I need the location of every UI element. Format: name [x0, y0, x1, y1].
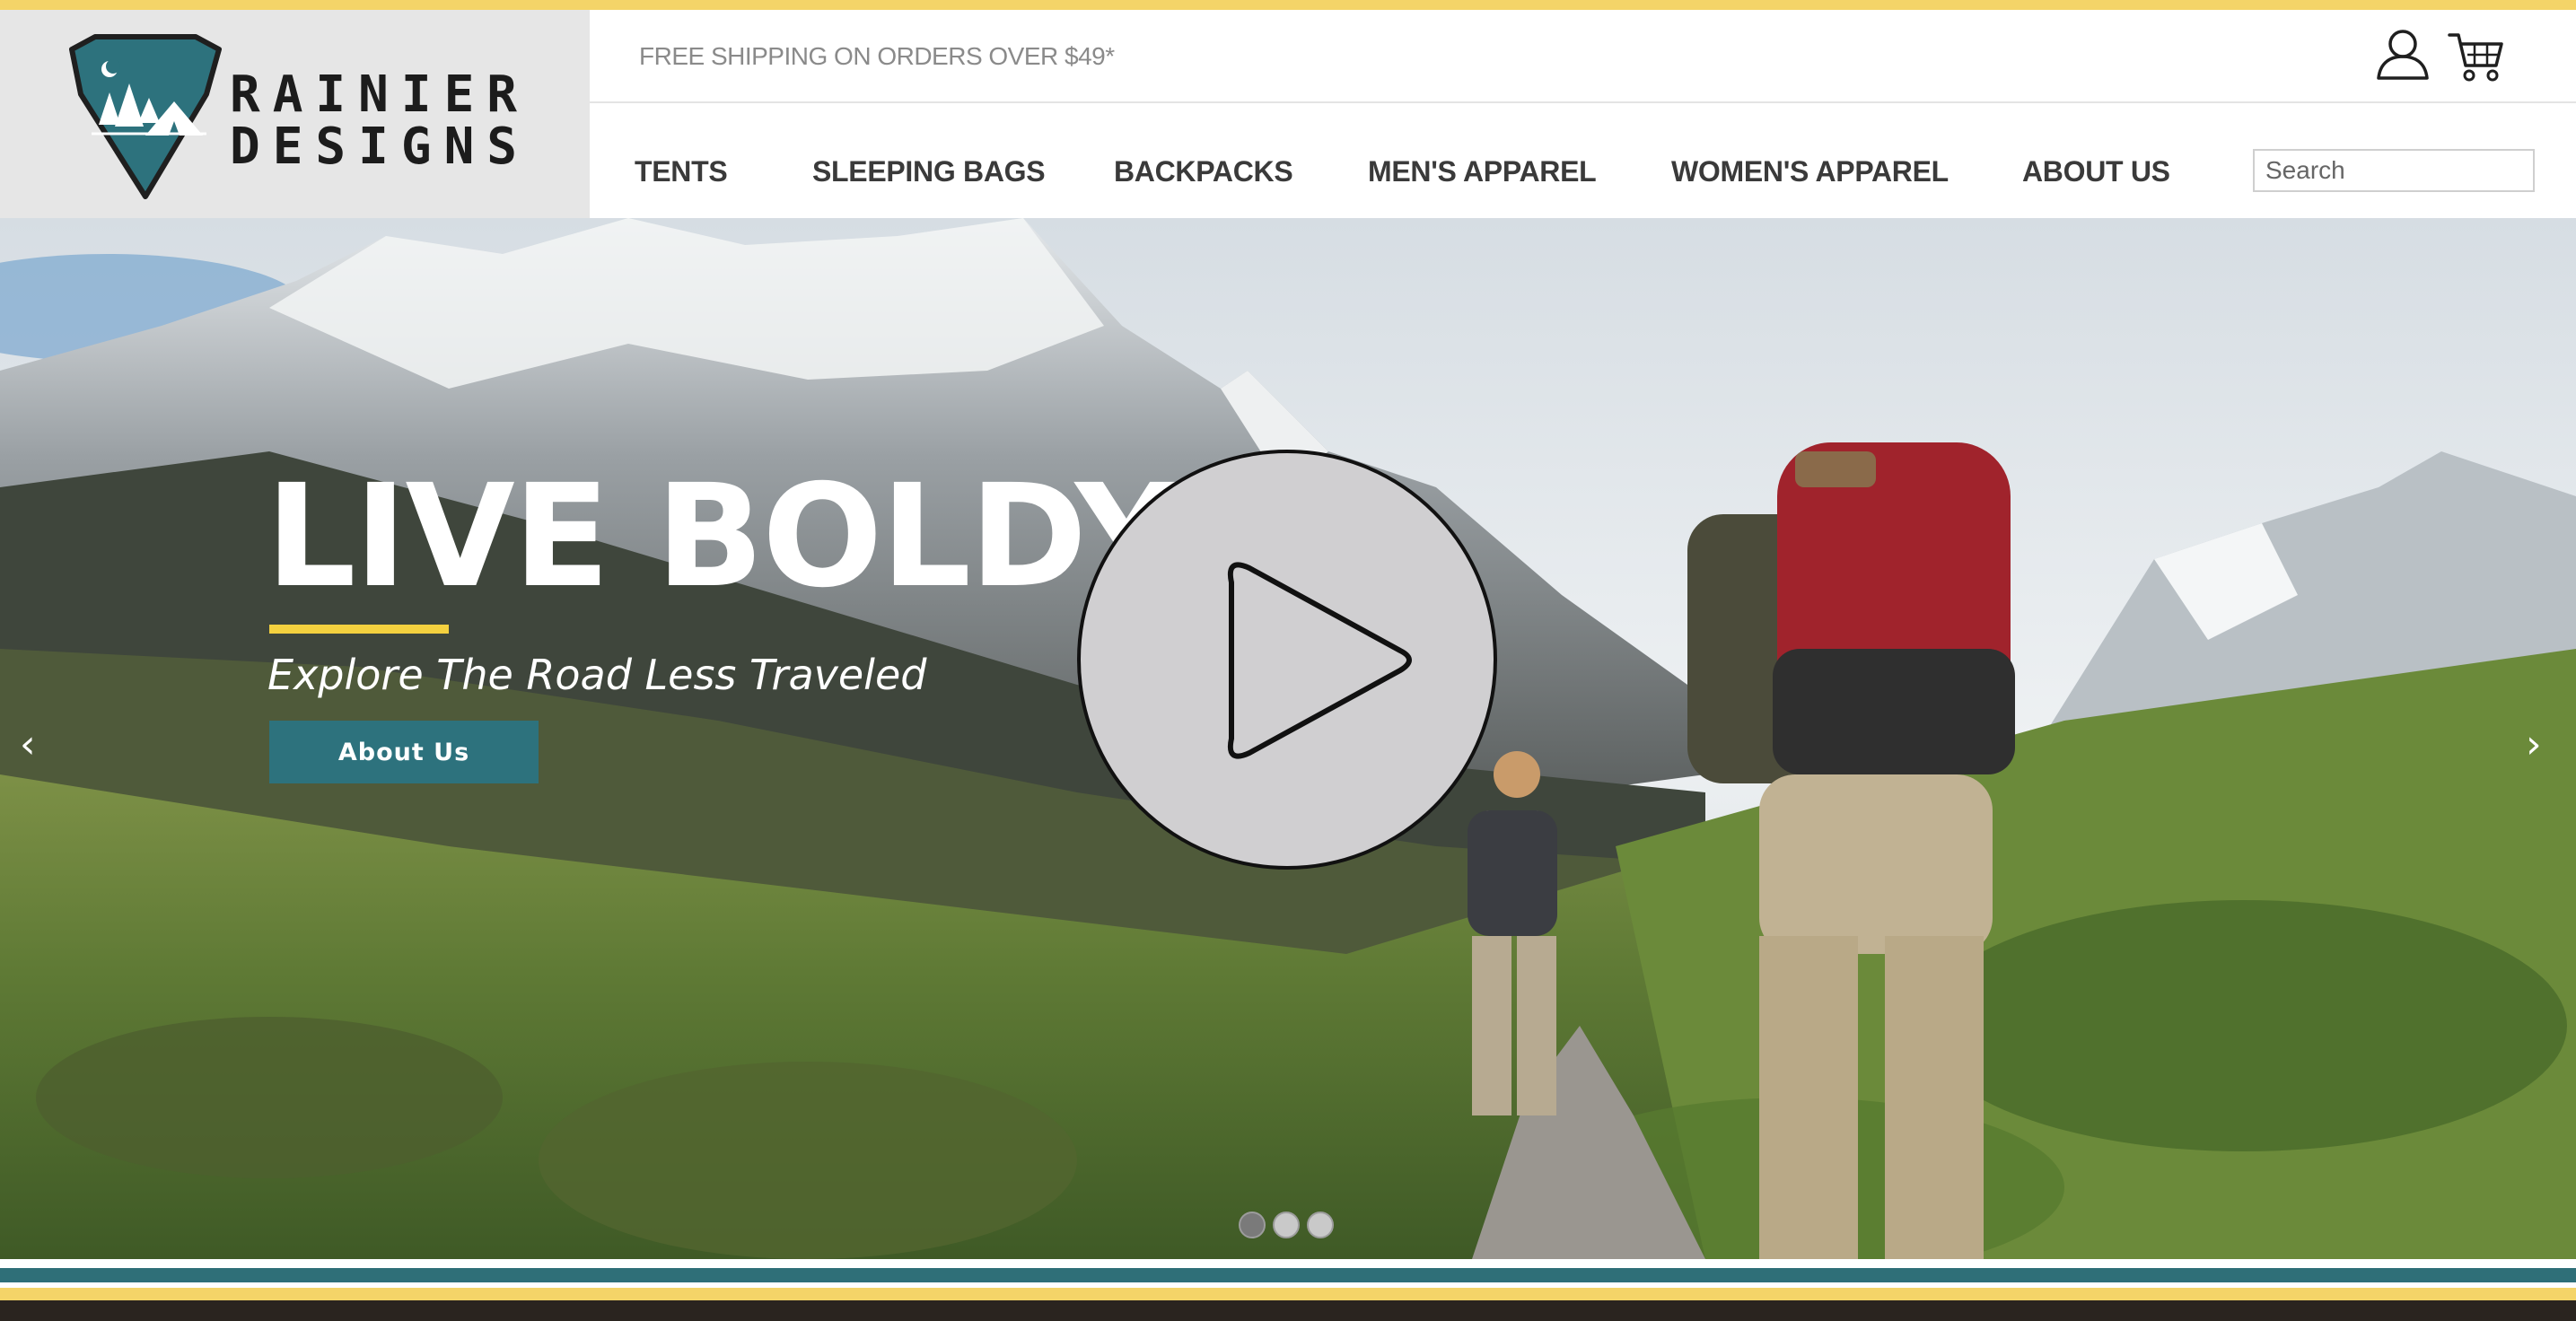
about-us-button[interactable]: About Us: [269, 721, 539, 783]
carousel-next-arrow[interactable]: ›: [2526, 725, 2542, 765]
carousel-dot[interactable]: [1273, 1212, 1300, 1238]
carousel-prev-arrow[interactable]: ‹: [20, 725, 36, 765]
main-nav: TENTS SLEEPING BAGS BACKPACKS MEN'S APPA…: [590, 105, 2576, 218]
footer-stripe-yellow: [0, 1288, 2576, 1300]
header: FREE SHIPPING ON ORDERS OVER $49* TENTS …: [590, 10, 2576, 218]
brand-name-line2: DESIGNS: [230, 118, 530, 176]
nav-item-mens-apparel[interactable]: MEN'S APPAREL: [1368, 155, 1597, 188]
carousel-dots: [1239, 1212, 1334, 1238]
logo-panel[interactable]: RAINIER DESIGNS: [0, 10, 590, 218]
mountain-tent-badge-icon: [69, 34, 222, 199]
footer-stripe: [0, 1259, 2576, 1268]
shopping-cart-icon[interactable]: [2448, 30, 2505, 83]
next-section-edge: [0, 1300, 2576, 1321]
search-input[interactable]: [2253, 149, 2535, 192]
hero-carousel: LIVE BOLDY Explore The Road Less Travele…: [0, 218, 2576, 1259]
brand-wordmark: RAINIER DESIGNS: [230, 69, 530, 173]
hero-title-underline: [269, 625, 449, 634]
carousel-dot[interactable]: [1307, 1212, 1334, 1238]
user-icon[interactable]: [2375, 26, 2431, 82]
nav-item-about-us[interactable]: ABOUT US: [2022, 155, 2170, 188]
nav-item-sleeping-bags[interactable]: SLEEPING BAGS: [812, 155, 1046, 188]
hero-title: LIVE BOLDY: [266, 454, 1178, 619]
shipping-promo-text: FREE SHIPPING ON ORDERS OVER $49*: [639, 42, 1115, 70]
nav-item-womens-apparel[interactable]: WOMEN'S APPAREL: [1671, 155, 1949, 188]
brand-name-line1: RAINIER: [230, 66, 530, 124]
play-icon[interactable]: [1075, 448, 1499, 871]
hero-subtitle: Explore The Road Less Traveled: [267, 651, 927, 699]
nav-item-backpacks[interactable]: BACKPACKS: [1114, 155, 1293, 188]
top-accent-stripe: [0, 0, 2576, 10]
nav-item-tents[interactable]: TENTS: [635, 155, 728, 188]
carousel-dot[interactable]: [1239, 1212, 1266, 1238]
shipping-bar: FREE SHIPPING ON ORDERS OVER $49*: [590, 10, 2576, 103]
footer-stripe-teal: [0, 1268, 2576, 1282]
